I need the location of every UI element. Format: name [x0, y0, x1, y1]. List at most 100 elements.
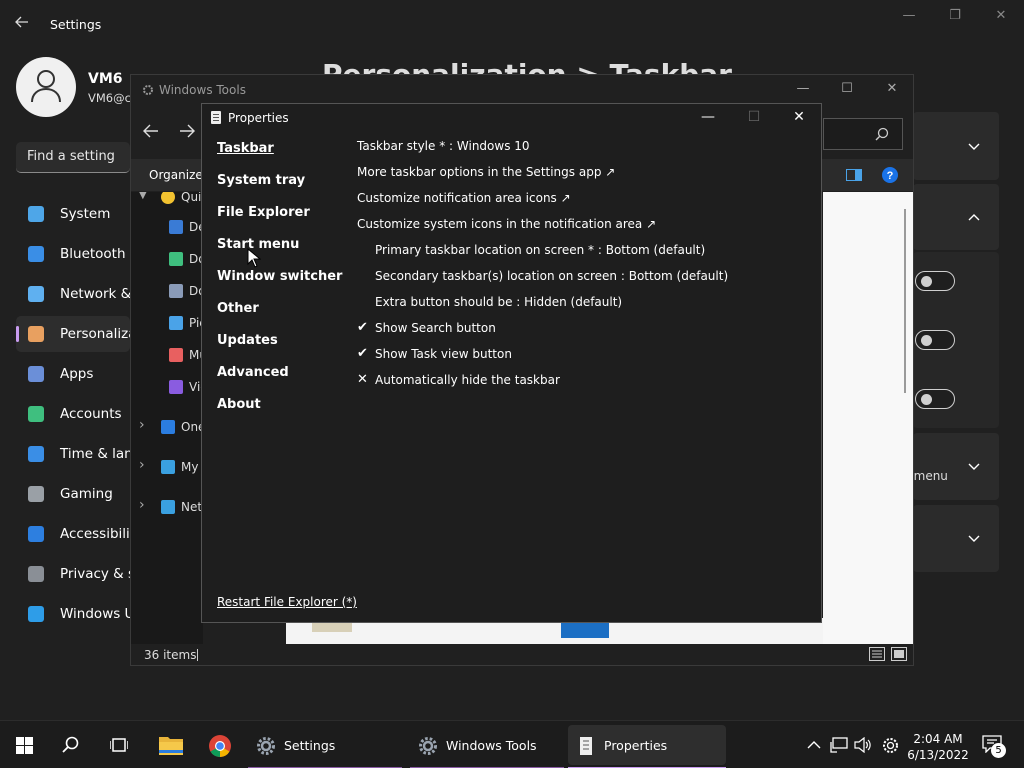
tab-about[interactable]: About [217, 397, 261, 412]
system-clock[interactable]: 2:04 AM 6/13/2022 [905, 731, 971, 763]
close-icon[interactable]: ✕ [991, 8, 1011, 26]
restart-explorer-link[interactable]: Restart File Explorer (*) [217, 595, 357, 609]
forward-arrow-icon[interactable] [179, 123, 195, 142]
tree-item[interactable]: Pictures [131, 310, 203, 336]
settings-card[interactable] [913, 433, 999, 500]
clock-time: 2:04 AM [913, 732, 963, 746]
sidebar-item[interactable]: Accessibility [16, 516, 130, 552]
system-icon [28, 206, 44, 222]
sidebar-item[interactable]: System [16, 196, 130, 232]
sidebar-item[interactable]: Time & language [16, 436, 130, 472]
taskbar-app-label: Properties [604, 738, 668, 753]
option-item[interactable]: Secondary taskbar(s) location on screen … [375, 269, 728, 283]
large-icons-view-icon[interactable] [891, 647, 907, 661]
tree-item[interactable]: › OneDrive [131, 414, 203, 440]
option-item[interactable]: Automatically hide the taskbar [375, 373, 560, 387]
notification-button[interactable]: 5 [982, 735, 1006, 758]
folder-icon [161, 500, 175, 514]
sidebar-item-label: Privacy & security [60, 566, 130, 582]
option-item[interactable]: Extra button should be : Hidden (default… [375, 295, 622, 309]
tab-file-explorer[interactable]: File Explorer [217, 205, 310, 220]
sidebar-item[interactable]: Apps [16, 356, 130, 392]
sidebar-item[interactable]: Network & internet [16, 276, 130, 312]
option-item[interactable]: Taskbar style * : Windows 10 [357, 139, 530, 153]
settings-card[interactable] [913, 112, 999, 180]
taskbar-app-button[interactable]: Settings [248, 725, 402, 768]
file-explorer-button[interactable] [155, 725, 187, 765]
close-icon[interactable]: ✕ [882, 81, 902, 99]
sidebar-item[interactable]: Bluetooth & devices [16, 236, 130, 272]
details-view-icon[interactable] [869, 647, 885, 661]
option-item[interactable]: Show Search button [375, 321, 496, 335]
option-item[interactable]: Customize system icons in the notificati… [357, 217, 656, 231]
sidebar-item[interactable]: Privacy & security [16, 556, 130, 592]
back-arrow-icon[interactable] [143, 123, 159, 142]
option-item[interactable]: Show Task view button [375, 347, 512, 361]
minimize-icon[interactable]: — [899, 8, 919, 26]
scrollbar[interactable] [904, 209, 906, 393]
minimize-icon[interactable]: — [697, 109, 719, 129]
chevron-up-icon[interactable] [807, 740, 821, 750]
user-email: VM6@contoso.local [88, 91, 130, 105]
tab-window-switcher[interactable]: Window switcher [217, 269, 342, 284]
sidebar-item-label: Bluetooth & devices [60, 246, 130, 262]
settings-card[interactable] [913, 505, 999, 572]
volume-icon[interactable] [854, 737, 872, 753]
tree-item[interactable]: Desktop [131, 214, 203, 240]
chevron-down-icon[interactable]: ▼ [139, 192, 147, 201]
tree-item[interactable]: Documents [131, 278, 203, 304]
tab-advanced[interactable]: Advanced [217, 365, 289, 380]
taskbar-app-button[interactable]: Windows Tools [410, 725, 564, 768]
gear-icon [143, 85, 153, 95]
chevron-right-icon[interactable]: › [139, 417, 145, 433]
tree-item-label: OneDrive [181, 420, 203, 434]
user-name: VM6 [88, 71, 123, 87]
taskbar-app-button[interactable]: Properties [568, 725, 726, 768]
search-button[interactable] [56, 725, 86, 765]
search-input[interactable] [823, 118, 903, 150]
notification-badge: 5 [991, 743, 1006, 758]
option-item[interactable]: Customize notification area icons ↗ [357, 191, 571, 205]
network-icon[interactable] [830, 737, 848, 753]
tab-other[interactable]: Other [217, 301, 259, 316]
sidebar-item[interactable]: Accounts [16, 396, 130, 432]
maximize-icon[interactable]: ☐ [837, 81, 857, 99]
search-input[interactable]: Find a setting [16, 142, 130, 173]
tree-item[interactable]: ▼ Quick access [131, 192, 203, 210]
sidebar-item[interactable]: Gaming [16, 476, 130, 512]
start-button[interactable] [10, 725, 40, 765]
close-icon[interactable]: ✕ [788, 109, 810, 129]
gear-icon[interactable] [882, 737, 899, 754]
option-item[interactable]: More taskbar options in the Settings app… [357, 165, 615, 179]
chevron-right-icon[interactable]: › [139, 497, 145, 513]
minimize-icon[interactable]: — [793, 81, 813, 99]
tab-taskbar[interactable]: Taskbar [217, 141, 274, 156]
task-view-icon [110, 738, 128, 752]
network-icon [28, 286, 44, 302]
tree-item[interactable]: › Network [131, 494, 203, 520]
preview-pane-icon[interactable] [846, 169, 862, 181]
item-count: 36 items [144, 648, 197, 662]
maximize-icon[interactable]: ❐ [945, 8, 965, 26]
help-icon[interactable]: ? [882, 167, 898, 183]
toggle-switch[interactable] [915, 271, 955, 291]
back-arrow-icon[interactable] [14, 14, 34, 34]
sidebar-item[interactable]: Windows Update [16, 596, 130, 632]
organize-button[interactable]: Organize [149, 168, 203, 182]
tree-item[interactable]: Downloads [131, 246, 203, 272]
tree-item[interactable]: Videos [131, 374, 203, 400]
toggle-switch[interactable] [915, 389, 955, 409]
tree-item[interactable]: Music [131, 342, 203, 368]
avatar[interactable] [16, 57, 76, 117]
sidebar-item[interactable]: Personalization [16, 316, 130, 352]
settings-card[interactable] [913, 184, 999, 250]
bluetooth-icon [28, 246, 44, 262]
chrome-button[interactable] [204, 725, 236, 765]
option-item[interactable]: Primary taskbar location on screen * : B… [375, 243, 705, 257]
tab-updates[interactable]: Updates [217, 333, 278, 348]
task-view-button[interactable] [104, 725, 134, 765]
tab-system-tray[interactable]: System tray [217, 173, 305, 188]
toggle-switch[interactable] [915, 330, 955, 350]
tree-item[interactable]: › My PC [131, 454, 203, 480]
chevron-right-icon[interactable]: › [139, 457, 145, 473]
